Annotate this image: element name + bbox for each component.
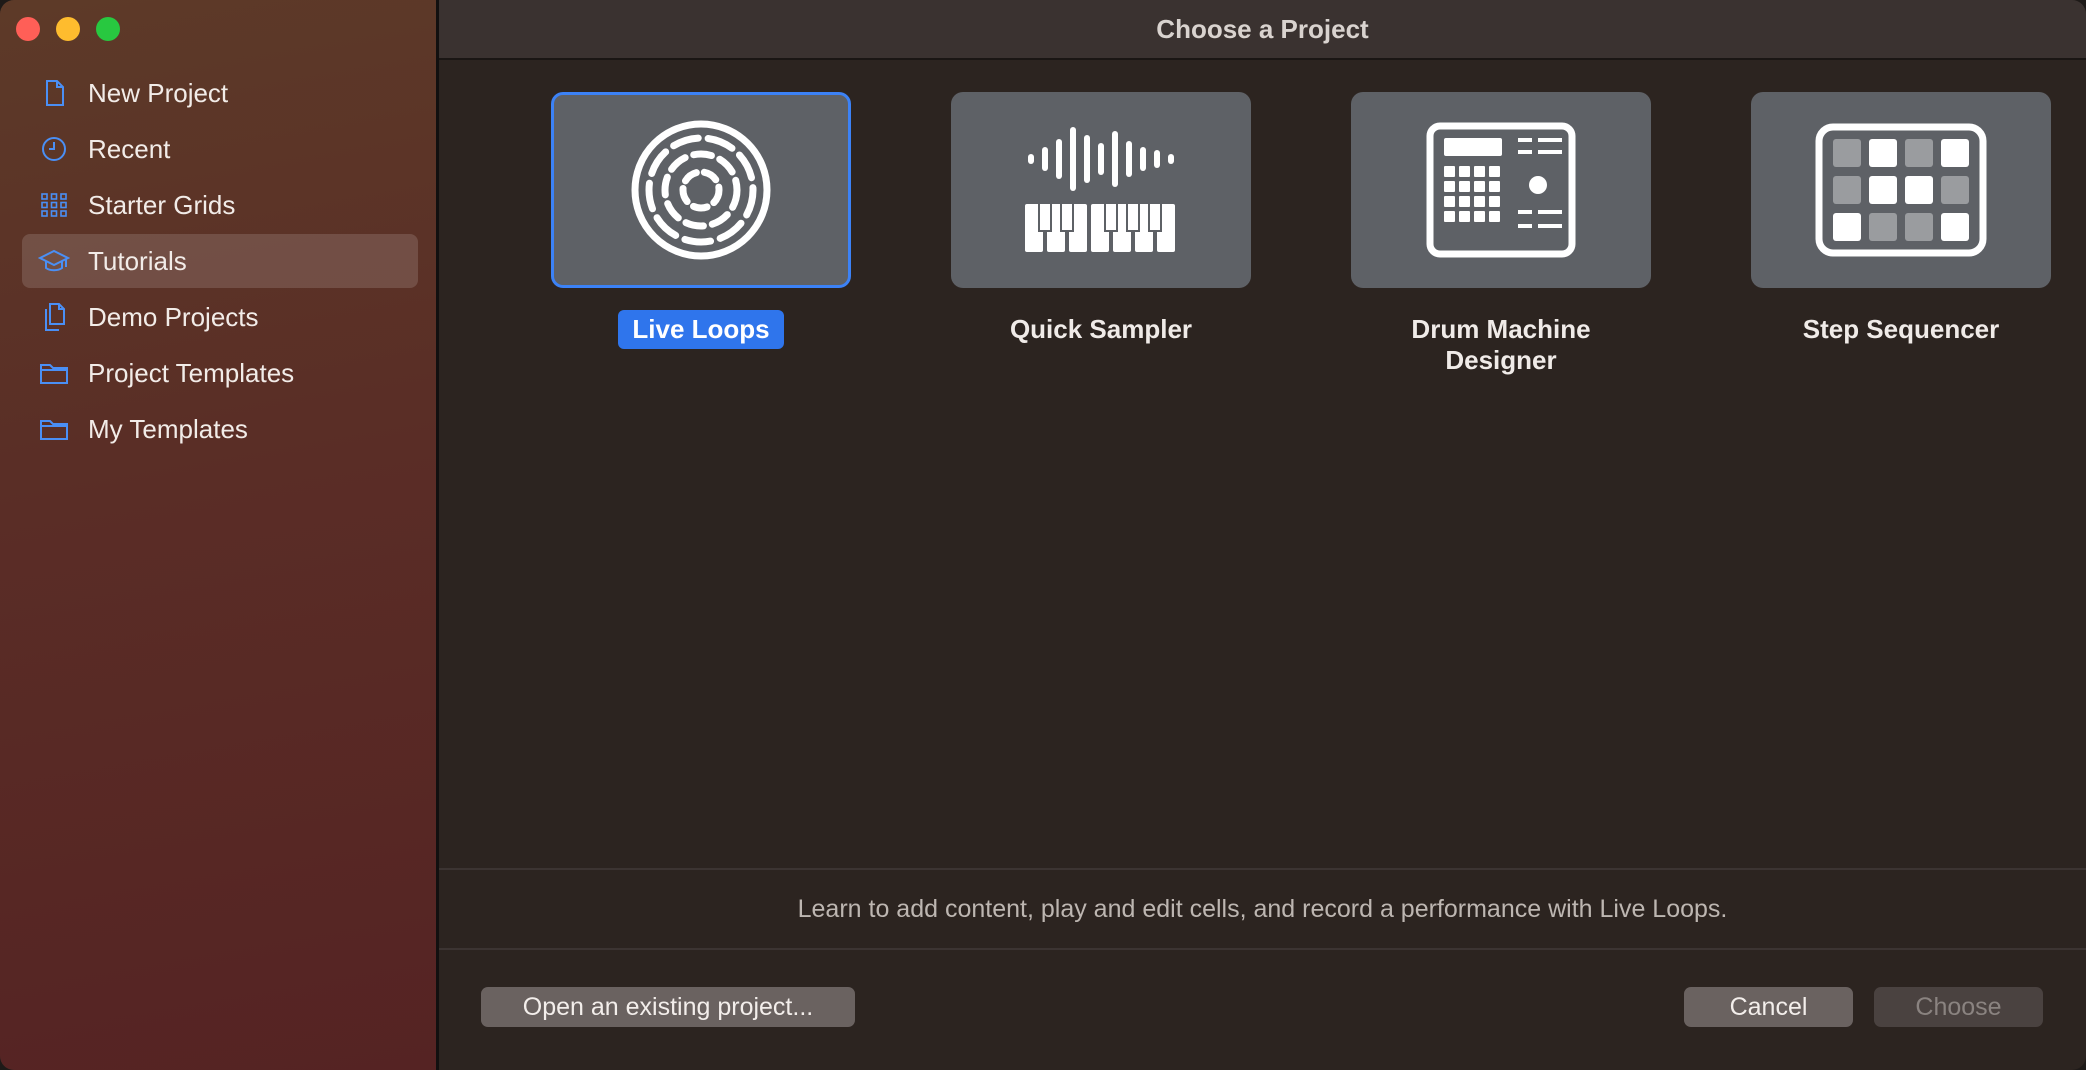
minimize-window-button[interactable] [56, 17, 80, 41]
template-grid: Live Loops Quick Sampler Drum Machine De… [439, 92, 2086, 375]
step-sequencer-icon [1815, 123, 1987, 257]
template-label: Quick Sampler [1009, 314, 1193, 344]
sidebar-item-label: My Templates [88, 413, 248, 444]
sidebar-item-label: New Project [88, 77, 229, 108]
template-thumbnail[interactable] [1751, 92, 2051, 288]
template-thumbnail[interactable] [1351, 92, 1651, 288]
sidebar-item-label: Recent [88, 133, 171, 164]
template-step-sequencer[interactable]: Step Sequencer [1751, 92, 2051, 349]
live-loops-icon [631, 120, 771, 260]
project-chooser-window: New Project Recent Starter Grids Tutoria… [0, 0, 2086, 1070]
choose-button[interactable]: Choose [1874, 987, 2043, 1027]
dialog-footer: Open an existing project... Cancel Choos… [439, 946, 2086, 1070]
sidebar-item-label: Starter Grids [88, 189, 236, 220]
sidebar: New Project Recent Starter Grids Tutoria… [0, 0, 439, 1070]
main-panel: Choose a Project Live Loops Quick Sample… [439, 0, 2086, 1070]
sidebar-item-label: Demo Projects [88, 301, 259, 332]
template-label: Live Loops [618, 310, 784, 349]
folder-icon [40, 364, 68, 384]
template-live-loops[interactable]: Live Loops [551, 92, 851, 349]
template-label: Step Sequencer [1802, 314, 2000, 344]
open-existing-project-button[interactable]: Open an existing project... [481, 987, 855, 1027]
drum-machine-icon [1426, 122, 1576, 258]
maximize-window-button[interactable] [96, 17, 120, 41]
sidebar-item-new-project[interactable]: New Project [22, 66, 418, 120]
template-thumbnail[interactable] [551, 92, 851, 288]
close-window-button[interactable] [16, 17, 40, 41]
window-title: Choose a Project [439, 0, 2086, 60]
window-controls [16, 17, 120, 41]
sidebar-nav: New Project Recent Starter Grids Tutoria… [22, 66, 418, 458]
cancel-button[interactable]: Cancel [1684, 987, 1853, 1027]
doc-icon [46, 80, 64, 106]
sidebar-item-recent[interactable]: Recent [22, 122, 418, 176]
sidebar-item-tutorials[interactable]: Tutorials [22, 234, 418, 288]
waveform-keyboard-icon [1025, 127, 1175, 252]
template-quick-sampler[interactable]: Quick Sampler [951, 92, 1251, 349]
template-label: Drum Machine Designer [1411, 314, 1591, 375]
template-drum-machine-designer[interactable]: Drum Machine Designer [1351, 92, 1651, 380]
graduation-cap-icon [38, 249, 70, 272]
sidebar-item-label: Project Templates [88, 357, 295, 388]
clock-icon [42, 137, 66, 161]
sidebar-item-starter-grids[interactable]: Starter Grids [22, 178, 418, 232]
doc-stack-icon [45, 303, 65, 331]
template-description: Learn to add content, play and edit cell… [439, 868, 2086, 950]
sidebar-item-my-templates[interactable]: My Templates [22, 402, 418, 456]
grid-dots-icon [41, 193, 67, 217]
sidebar-item-project-templates[interactable]: Project Templates [22, 346, 418, 400]
sidebar-item-label: Tutorials [88, 245, 187, 276]
folder-icon [40, 420, 68, 440]
sidebar-item-demo-projects[interactable]: Demo Projects [22, 290, 418, 344]
template-thumbnail[interactable] [951, 92, 1251, 288]
